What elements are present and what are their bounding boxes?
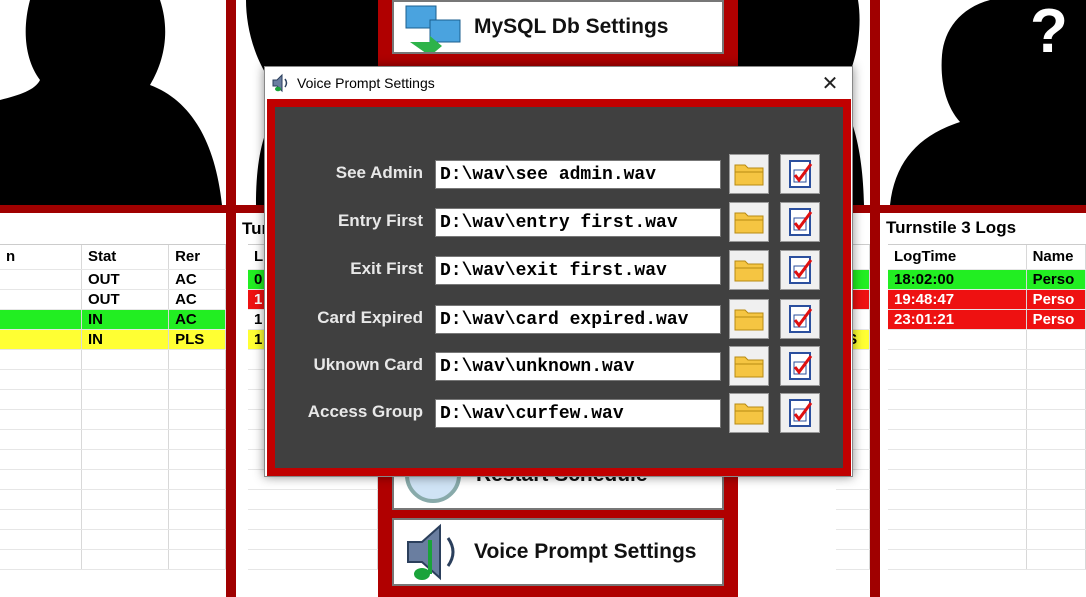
browse-button[interactable] — [729, 202, 769, 242]
prompt-row-exit-first: Exit First — [275, 249, 843, 290]
dialog-title: Voice Prompt Settings — [297, 75, 435, 91]
access-group-path-input[interactable] — [435, 399, 721, 428]
mysql-settings-button[interactable]: MySQL Db Settings — [392, 0, 724, 54]
speaker-music-icon — [272, 73, 288, 93]
photo-panel-1 — [0, 0, 226, 205]
checkbox-doc-icon — [789, 352, 813, 380]
field-label: Access Group — [307, 402, 423, 421]
checkbox-doc-icon — [789, 399, 813, 427]
checkbox-doc-icon — [789, 256, 813, 284]
panel-divider — [880, 205, 1086, 213]
exit-first-path-input[interactable] — [435, 256, 721, 285]
turnstile-3-logs-title: Turnstile 3 Logs — [886, 218, 1017, 237]
mysql-settings-label: MySQL Db Settings — [474, 15, 669, 38]
field-label: Exit First — [350, 259, 423, 278]
prompt-row-card-expired: Card Expired — [275, 298, 843, 339]
test-play-button[interactable] — [780, 250, 820, 290]
prompt-row-access-group: Access Group — [275, 392, 843, 433]
test-play-button[interactable] — [780, 299, 820, 339]
column-header[interactable]: LogTime — [888, 245, 1027, 270]
column-header[interactable]: n — [0, 245, 82, 270]
panel-divider — [226, 0, 236, 597]
checkbox-doc-icon — [789, 305, 813, 333]
folder-icon — [734, 212, 764, 234]
dialog-titlebar[interactable]: Voice Prompt Settings ✕ — [265, 67, 852, 99]
table-row[interactable]: OUT AC — [0, 289, 226, 310]
column-header[interactable]: Stat — [81, 245, 170, 270]
browse-button[interactable] — [729, 250, 769, 290]
panel-divider — [870, 0, 880, 597]
table-row[interactable]: 23:01:21 Perso — [888, 309, 1086, 330]
browse-button[interactable] — [729, 393, 769, 433]
browse-button[interactable] — [729, 346, 769, 386]
turnstile-3-log-grid[interactable]: LogTime Name 18:02:00 Perso 19:48:47 Perso… — [888, 244, 1086, 597]
column-header[interactable]: Name — [1026, 245, 1086, 270]
field-label: Uknown Card — [313, 355, 423, 374]
see-admin-path-input[interactable] — [435, 160, 721, 189]
table-row[interactable]: IN PLS — [0, 329, 226, 350]
voice-prompt-settings-label: Voice Prompt Settings — [474, 540, 697, 563]
turnstile-log-grid-left[interactable]: n Stat Rer OUT AC OUT AC IN AC IN PLS — [0, 244, 226, 597]
close-button[interactable]: ✕ — [808, 67, 852, 99]
close-icon: ✕ — [821, 72, 839, 95]
dialog-frame: See Admin Entry First — [267, 99, 851, 476]
photo-panel-4: ? — [880, 0, 1086, 205]
folder-icon — [734, 164, 764, 186]
table-row[interactable]: OUT AC — [0, 269, 226, 290]
folder-icon — [734, 260, 764, 282]
field-label: See Admin — [335, 163, 423, 182]
prompt-row-see-admin: See Admin — [275, 153, 843, 194]
panel-divider — [0, 205, 226, 213]
table-row[interactable]: 18:02:00 Perso — [888, 269, 1086, 290]
checkbox-doc-icon — [789, 160, 813, 188]
voice-prompt-settings-button[interactable]: Voice Prompt Settings — [392, 518, 724, 586]
folder-icon — [734, 403, 764, 425]
person-silhouette-icon — [0, 0, 222, 205]
table-row[interactable]: 19:48:47 Perso — [888, 289, 1086, 310]
field-label: Entry First — [337, 211, 423, 230]
browse-button[interactable] — [729, 299, 769, 339]
speaker-music-icon — [407, 523, 455, 581]
test-play-button[interactable] — [780, 346, 820, 386]
dialog-content: See Admin Entry First — [275, 107, 843, 468]
test-play-button[interactable] — [780, 393, 820, 433]
folder-icon — [734, 356, 764, 378]
test-play-button[interactable] — [780, 154, 820, 194]
voice-prompt-settings-dialog: Voice Prompt Settings ✕ See Admin Entry … — [264, 66, 853, 477]
entry-first-path-input[interactable] — [435, 208, 721, 237]
table-row[interactable]: IN AC — [0, 309, 226, 330]
field-label: Card Expired — [317, 308, 423, 327]
prompt-row-entry-first: Entry First — [275, 201, 843, 242]
test-play-button[interactable] — [780, 202, 820, 242]
checkbox-doc-icon — [789, 208, 813, 236]
browse-button[interactable] — [729, 154, 769, 194]
prompt-row-unknown-card: Uknown Card — [275, 345, 843, 386]
question-mark-icon: ? — [1030, 0, 1068, 66]
unknown-card-path-input[interactable] — [435, 352, 721, 381]
folder-icon — [734, 309, 764, 331]
database-sync-icon — [405, 5, 461, 52]
column-header[interactable]: Rer — [168, 245, 226, 270]
card-expired-path-input[interactable] — [435, 305, 721, 334]
